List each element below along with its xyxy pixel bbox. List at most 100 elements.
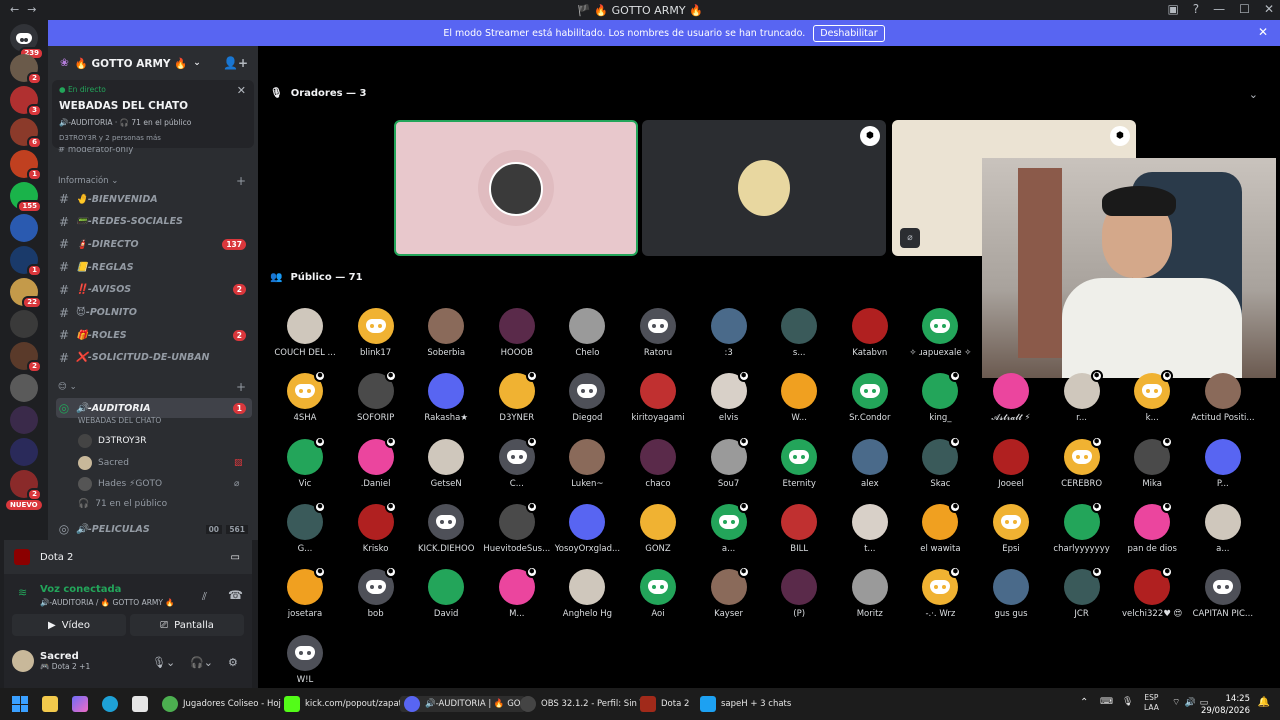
server-icon[interactable]: 1 (10, 150, 42, 181)
audience-member[interactable]: BILL (764, 503, 834, 554)
add-channel-icon[interactable]: + (236, 174, 246, 188)
microphone-icon[interactable]: 🎙⌄ (152, 656, 175, 669)
audience-member[interactable]: :3 (694, 308, 764, 358)
chevron-down-icon[interactable]: ⌄ (1249, 88, 1258, 101)
speaker-tile[interactable] (394, 120, 638, 256)
audience-member[interactable]: David (411, 569, 481, 619)
taskbar-item-kick[interactable]: kick.com/popout/zapati (284, 696, 404, 712)
audience-member[interactable]: ⬢ king_ (905, 370, 975, 423)
copilot-icon[interactable] (72, 696, 88, 712)
close-icon[interactable]: ✕ (1264, 2, 1274, 16)
audience-member[interactable]: W!L (270, 634, 340, 685)
partial-channel[interactable]: # moderator-only (58, 147, 133, 155)
voice-connected-sub[interactable]: 🔊-AUDITORIA / 🔥 GOTTO ARMY 🔥 (40, 598, 175, 607)
audience-member[interactable]: ⬢ josetara (270, 566, 340, 619)
disconnect-icon[interactable]: ☎ (228, 588, 243, 602)
category-voice[interactable]: 😊 ⌄ + (58, 380, 246, 394)
taskbar-item-discord[interactable]: 🔊-AUDITORIA | 🔥 GO (400, 696, 525, 712)
server-icon[interactable]: 2 (10, 470, 42, 501)
voice-channel-auditoria[interactable]: ◎ 🔊-AUDITORIA 1 (56, 398, 252, 418)
speaker-tile[interactable]: ⬢ (642, 120, 886, 256)
audience-member[interactable]: ⬢ elvis (694, 370, 764, 423)
audience-member[interactable]: ⬢ a... (694, 500, 764, 554)
noise-suppression-icon[interactable]: ⫽ (202, 590, 207, 604)
audience-member[interactable]: ⬢ HuevitodeSus... (482, 500, 552, 554)
voice-channel-peliculas[interactable]: ◎ 🔊-PELICULAS 00 561 (56, 519, 252, 539)
audience-member[interactable]: KICK.DIEHOO (411, 503, 481, 554)
server-icon[interactable] (10, 310, 38, 338)
voice-user[interactable]: Hades ⚡GOTO ⌀ (78, 477, 239, 491)
audience-member[interactable]: ⬢ -.·. Wrz (905, 566, 975, 619)
tray-chevron-icon[interactable]: ⌃ (1080, 697, 1088, 708)
self-user[interactable]: Sacred 🎮 Dota 2 +1 (12, 650, 90, 672)
language-indicator[interactable]: ESP LAA (1144, 693, 1159, 713)
audience-member[interactable]: GetseN (411, 438, 481, 489)
clock[interactable]: 14:25 29/08/2026 (1201, 693, 1250, 717)
add-user-icon[interactable]: 👤+ (223, 56, 248, 70)
taskbar-item-chat[interactable]: sapeH + 3 chats (700, 696, 791, 712)
audience-member[interactable]: Katabvn (835, 308, 905, 358)
taskbar-item-chrome[interactable]: Jugadores Coliseo - Hoj (162, 696, 281, 712)
broadcast-icon[interactable]: ▭ (231, 552, 240, 563)
audience-member[interactable]: ⬢ Mika (1117, 435, 1187, 489)
audience-member[interactable]: ⬢ M... (482, 566, 552, 619)
audience-member[interactable]: Luken~ (552, 438, 622, 489)
minimize-icon[interactable]: — (1213, 2, 1225, 16)
audience-member[interactable]: COUCH DEL ... (270, 308, 340, 358)
text-channel[interactable]: # ❌-SOLICITUD-DE-UNBAN (56, 348, 252, 368)
guild-header[interactable]: ❀ 🔥 GOTTO ARMY 🔥 ⌄ 👤+ (48, 46, 258, 80)
audience-member[interactable]: ⬢ JCR (1047, 566, 1117, 619)
audience-member[interactable]: ⬢ velchi322♥ 😍 (1117, 566, 1187, 619)
text-channel[interactable]: # ‼️-AVISOS 2 (56, 280, 252, 300)
audience-member[interactable]: Epsi (976, 503, 1046, 554)
audience-member[interactable]: (P) (764, 569, 834, 619)
text-channel[interactable]: # 📒-REGLAS (56, 257, 252, 277)
notification-icon[interactable]: 🔔 (1258, 697, 1270, 708)
close-icon[interactable]: ✕ (237, 84, 246, 97)
audience-member[interactable]: YosoyOrxglad... (552, 503, 622, 554)
audience-member[interactable]: Eternity (764, 438, 834, 489)
audience-member[interactable]: gus gus (976, 569, 1046, 619)
windows-start-icon[interactable] (12, 696, 28, 712)
disable-streamer-button[interactable]: Deshabilitar (813, 24, 885, 42)
audience-member[interactable]: blink17 (341, 308, 411, 358)
audience-member[interactable]: ⬢ Vic (270, 435, 340, 489)
store-icon[interactable] (132, 696, 148, 712)
signal-icon[interactable]: ≋ (18, 586, 27, 599)
screen-share-button[interactable]: ⎚ Pantalla (130, 614, 244, 636)
audience-member[interactable]: t... (835, 503, 905, 554)
audience-count[interactable]: 🎧 71 en el público (78, 499, 167, 509)
audience-member[interactable]: ⬢ Kayser (694, 566, 764, 619)
audience-member[interactable]: ⬢ Krisko (341, 500, 411, 554)
audience-member[interactable]: Jooeel (976, 438, 1046, 489)
server-icon[interactable]: 1 (10, 246, 42, 277)
text-channel[interactable]: # 😈-POLNITO (56, 303, 252, 323)
video-button[interactable]: ▶ Vídeo (12, 614, 126, 636)
audience-member[interactable]: ⬢ SOFORIP (341, 370, 411, 423)
audience-member[interactable]: Moritz (835, 569, 905, 619)
audience-member[interactable]: Actitud Positi... (1188, 373, 1258, 423)
audience-member[interactable]: Anghelo Hg (552, 569, 622, 619)
audience-member[interactable]: chaco (623, 438, 693, 489)
activity-bar[interactable]: Dota 2 ▭ (4, 540, 252, 574)
voice-user[interactable]: Sacred ▨ (78, 456, 243, 470)
audience-member[interactable]: Soberbia (411, 308, 481, 358)
category-info[interactable]: Información ⌄ + (58, 174, 246, 188)
audience-member[interactable]: ⬢ r... (1047, 370, 1117, 423)
audience-member[interactable]: ⬢ C... (482, 435, 552, 489)
audience-member[interactable]: Sr.Condor (835, 373, 905, 423)
headphones-icon[interactable]: 🎧⌄ (190, 656, 213, 669)
audience-member[interactable]: ⬢ pan de dios (1117, 500, 1187, 554)
inbox-icon[interactable]: ▣ (1167, 2, 1178, 16)
taskbar-item-dota[interactable]: Dota 2 (640, 696, 689, 712)
server-icon[interactable]: 2 (10, 54, 42, 85)
server-icon[interactable]: 22 (10, 278, 42, 309)
audience-member[interactable]: 𝓐𝓼𝓽𝓻𝓪𝓵𝓽 ⚡ (976, 373, 1046, 423)
close-icon[interactable]: ✕ (1258, 25, 1268, 39)
audience-member[interactable]: HOOOB (482, 308, 552, 358)
taskbar-item-obs[interactable]: OBS 32.1.2 - Perfil: Sin Tí (520, 696, 647, 712)
audience-member[interactable]: ⬢ bob (341, 566, 411, 619)
text-channel[interactable]: # 🎁-ROLES 2 (56, 325, 252, 345)
audience-member[interactable]: W... (764, 373, 834, 423)
audience-member[interactable]: ⬢ 4SHA (270, 370, 340, 423)
